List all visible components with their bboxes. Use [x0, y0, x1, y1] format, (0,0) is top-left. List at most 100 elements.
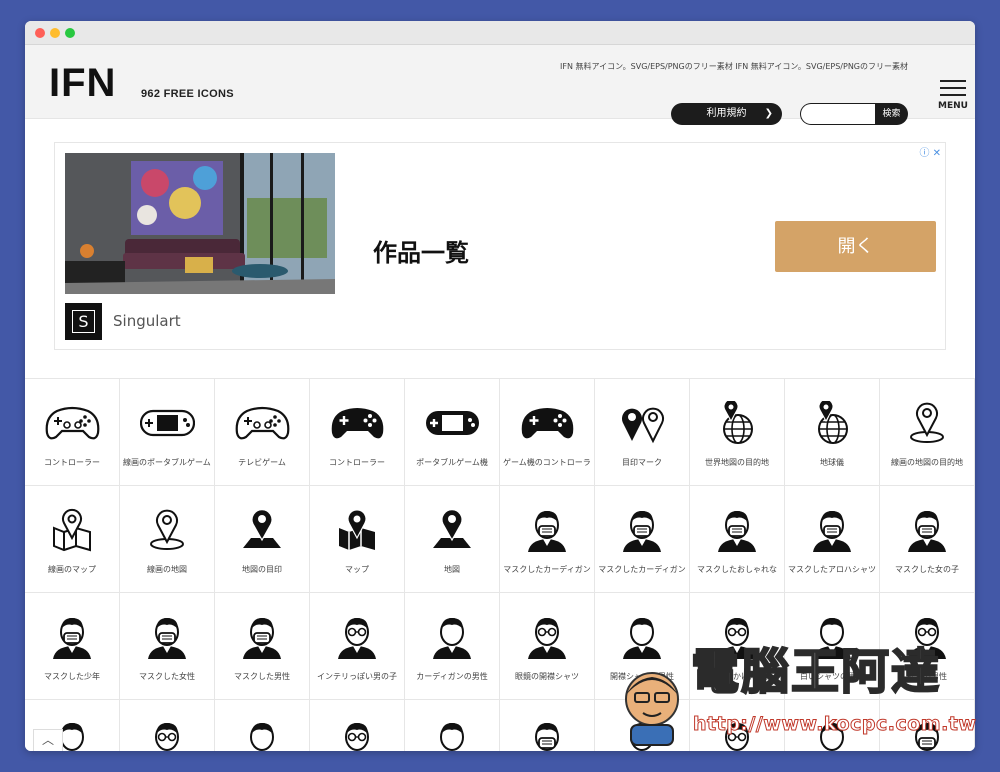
- chevron-up-icon: ︿: [41, 733, 54, 747]
- person-icon: [623, 618, 661, 659]
- search-box: 検索: [800, 103, 908, 125]
- menu-button[interactable]: MENU: [937, 80, 969, 111]
- icon-tile-label: テレビゲーム: [238, 458, 286, 467]
- glasses-person-icon: [338, 618, 376, 659]
- icon-tile[interactable]: [500, 700, 595, 751]
- search-input[interactable]: [801, 104, 875, 124]
- icon-tile[interactable]: マスクした女の子: [880, 486, 975, 593]
- ad-brand-name[interactable]: Singulart: [113, 312, 181, 330]
- ad-info-close-icon[interactable]: ⓘ ✕: [919, 144, 941, 159]
- icon-tile[interactable]: 地図の目印: [215, 486, 310, 593]
- masked-person-icon: [243, 618, 281, 659]
- icon-tile-label: 白いシャツの男性: [800, 672, 864, 681]
- icon-tile-label: コントローラー: [44, 458, 100, 467]
- site-header: IFN 962 FREE ICONS IFN 無料アイコン。SVG/EPS/PN…: [25, 45, 975, 125]
- icon-tile[interactable]: 線画のポータブルゲーム機: [120, 379, 215, 486]
- icon-tile[interactable]: 開襟シャツの男性: [595, 593, 690, 700]
- icon-tile-label: コントローラー: [329, 458, 385, 467]
- icon-tile[interactable]: [785, 700, 880, 751]
- masked-person-icon: [908, 511, 946, 552]
- icon-tile-label: 地球儀: [820, 458, 844, 467]
- icon-tile[interactable]: [120, 700, 215, 751]
- icon-tile[interactable]: [595, 700, 690, 751]
- icon-tile[interactable]: [310, 700, 405, 751]
- icon-tile[interactable]: マスクしたカーディガン: [500, 486, 595, 593]
- scroll-top-button[interactable]: ︿: [33, 729, 63, 751]
- portable-game-solid-icon: [426, 411, 479, 435]
- icon-tile-label: マスクしたカーディガン: [503, 565, 591, 574]
- icon-tile[interactable]: テレビゲーム: [215, 379, 310, 486]
- icon-tile-label: 開襟シャツの男性: [610, 672, 674, 681]
- advertisement[interactable]: ⓘ ✕ 作品一覧 開く S Singulart: [54, 142, 946, 350]
- ad-open-button[interactable]: 開く: [775, 221, 936, 272]
- browser-window: IFN 962 FREE ICONS IFN 無料アイコン。SVG/EPS/PN…: [25, 21, 975, 751]
- close-window-button[interactable]: [35, 28, 45, 38]
- icon-tile-label: マスクした男性: [234, 672, 290, 681]
- icon-tile[interactable]: コントローラー: [25, 379, 120, 486]
- singulart-logo[interactable]: S: [65, 303, 102, 340]
- site-logo[interactable]: IFN: [49, 63, 116, 103]
- icon-tile[interactable]: [215, 700, 310, 751]
- icon-tile[interactable]: 地球儀: [785, 379, 880, 486]
- masked-person-icon: [718, 511, 756, 552]
- icon-tile[interactable]: 線画のマップ: [25, 486, 120, 593]
- hamburger-icon-bar: [940, 87, 966, 89]
- icon-tile-label: マスクしたカーディガン: [598, 565, 686, 574]
- icon-tile[interactable]: マスクした女性: [120, 593, 215, 700]
- icon-tile-label: マスクしたアロハシャツ: [788, 565, 876, 574]
- icon-tile-label: 線画のポータブルゲーム機: [123, 458, 211, 467]
- icon-tile[interactable]: 線画の地図の目的地: [880, 379, 975, 486]
- icon-tile[interactable]: ゲーム機のコントローラー: [500, 379, 595, 486]
- hamburger-icon: [940, 80, 966, 82]
- terms-button[interactable]: 利用規約 ❯: [671, 103, 782, 125]
- minimize-window-button[interactable]: [50, 28, 60, 38]
- icon-tile[interactable]: 目印マーク: [595, 379, 690, 486]
- icon-tile[interactable]: マップ: [310, 486, 405, 593]
- icon-tile[interactable]: [880, 700, 975, 751]
- icon-tile[interactable]: カーディガンの男性: [405, 593, 500, 700]
- icon-tile[interactable]: [690, 700, 785, 751]
- glasses-person-icon: [725, 723, 749, 751]
- icon-tile[interactable]: [405, 700, 500, 751]
- icon-tile-label: 眼鏡の開襟シャツ: [515, 672, 579, 681]
- icon-tile[interactable]: 地図: [405, 486, 500, 593]
- icon-tile-label: カーディガンの男性: [416, 672, 488, 681]
- icon-tile[interactable]: マスクした少年: [25, 593, 120, 700]
- icon-tile[interactable]: 線画の地図: [120, 486, 215, 593]
- masked-person-icon: [623, 511, 661, 552]
- header-description: IFN 無料アイコン。SVG/EPS/PNGのフリー素材 IFN 無料アイコン。…: [560, 62, 908, 71]
- icon-tile[interactable]: マスクした男性: [215, 593, 310, 700]
- gamepad-solid-icon: [521, 408, 574, 439]
- icon-tile[interactable]: コントローラー: [310, 379, 405, 486]
- ad-title[interactable]: 作品一覧: [373, 233, 469, 268]
- icon-tile-label: 線画の地図の目的地: [891, 458, 963, 467]
- menu-label: MENU: [938, 101, 968, 111]
- icon-tile[interactable]: マスクしたカーディガン: [595, 486, 690, 593]
- glasses-person-icon: [155, 723, 179, 751]
- icon-tile[interactable]: 世界地図の目的地: [690, 379, 785, 486]
- person-icon: [820, 723, 844, 751]
- glasses-person-icon: [345, 723, 369, 751]
- masked-person-icon: [528, 511, 566, 552]
- icon-tile-label: ゲーム機のコントローラー: [503, 458, 591, 467]
- icon-tile-label: 世界地図の目的地: [705, 458, 769, 467]
- icon-tile[interactable]: 眼鏡の男性: [880, 593, 975, 700]
- hamburger-icon-bar: [940, 94, 966, 96]
- icon-tile[interactable]: めがねをかけた男性: [690, 593, 785, 700]
- icon-tile[interactable]: マスクしたアロハシャツ: [785, 486, 880, 593]
- icon-tile-label: マスクした女性: [139, 672, 195, 681]
- icon-tile[interactable]: インテリっぽい男の子: [310, 593, 405, 700]
- icon-tile[interactable]: 眼鏡の開襟シャツ: [500, 593, 595, 700]
- chevron-right-icon: ❯: [764, 108, 773, 119]
- globe-pin-icon: [723, 401, 753, 444]
- folded-map-pin-solid-icon: [339, 509, 375, 550]
- icon-tile[interactable]: 白いシャツの男性: [785, 593, 880, 700]
- icon-tile[interactable]: ポータブルゲーム機: [405, 379, 500, 486]
- icon-tile[interactable]: マスクしたおしゃれな: [690, 486, 785, 593]
- ad-image[interactable]: [65, 153, 335, 294]
- search-button[interactable]: 検索: [876, 103, 907, 125]
- zoom-window-button[interactable]: [65, 28, 75, 38]
- icon-tile-label: ポータブルゲーム機: [416, 458, 488, 467]
- person-icon: [433, 618, 471, 659]
- map-pins-icon: [622, 407, 664, 444]
